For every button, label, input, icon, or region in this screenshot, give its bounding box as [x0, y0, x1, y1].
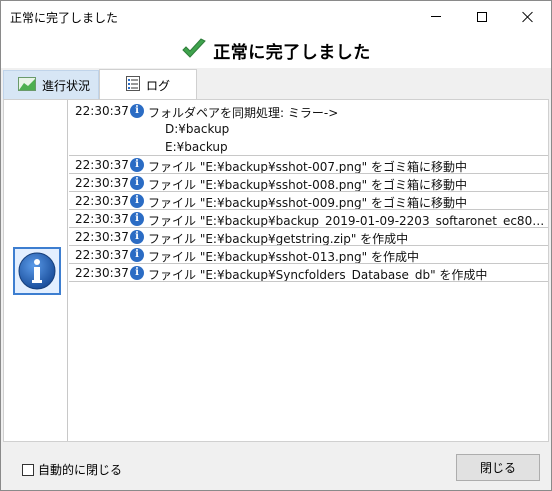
log-row: 22:30:37 i ファイル "E:¥backup¥Syncfolders_D…	[69, 264, 548, 282]
log-message: ファイル "E:¥backup¥Syncfolders_Database_db"…	[148, 268, 488, 282]
info-icon: i	[130, 230, 144, 244]
log-row: 22:30:37 i ファイル "E:¥backup¥sshot-009.png…	[69, 192, 548, 210]
tab-progress[interactable]: 進行状況	[3, 70, 99, 99]
log-row: 22:30:37 i フォルダペアを同期処理: ミラー-> D:¥backup …	[69, 102, 548, 156]
info-icon: i	[130, 212, 144, 226]
log-list-icon	[126, 76, 140, 94]
tab-log-label: ログ	[146, 78, 171, 93]
log-message: ファイル "E:¥backup¥sshot-013.png" を作成中	[148, 250, 419, 264]
info-icon: i	[130, 176, 144, 190]
log-time: 22:30:37	[75, 248, 129, 262]
log-time: 22:30:37	[75, 104, 129, 118]
info-icon: i	[130, 194, 144, 208]
log-panel: 22:30:37 i フォルダペアを同期処理: ミラー-> D:¥backup …	[3, 99, 549, 442]
maximize-button[interactable]	[459, 1, 505, 32]
log-message-line: E:¥backup	[165, 140, 228, 154]
log-time: 22:30:37	[75, 212, 129, 226]
close-window-button[interactable]	[505, 1, 551, 32]
sync-complete-dialog: 正常に完了しました 正常に完了しました 進行状況 ログ 22:30:37 i フ…	[0, 0, 552, 491]
log-row: 22:30:37 i ファイル "E:¥backup¥getstring.zip…	[69, 228, 548, 246]
log-message: ファイル "E:¥backup¥getstring.zip" を作成中	[148, 232, 409, 246]
log-message-line: D:¥backup	[165, 122, 230, 136]
log-time: 22:30:37	[75, 194, 129, 208]
tab-log[interactable]: ログ	[99, 69, 197, 100]
info-large-icon[interactable]	[13, 247, 61, 295]
log-row: 22:30:37 i ファイル "E:¥backup¥sshot-007.png…	[69, 156, 548, 174]
window-title: 正常に完了しました	[10, 11, 119, 25]
auto-close-checkbox[interactable]: 自動的に閉じる	[22, 461, 122, 478]
info-icon: i	[130, 248, 144, 262]
dialog-footer: 自動的に閉じる 閉じる	[1, 442, 551, 490]
close-button[interactable]: 閉じる	[456, 454, 540, 481]
info-icon: i	[130, 104, 144, 118]
tab-progress-label: 進行状況	[42, 78, 91, 93]
close-icon	[522, 11, 534, 23]
progress-chart-icon	[18, 76, 36, 94]
log-message: ファイル "E:¥backup¥sshot-007.png" をゴミ箱に移動中	[148, 160, 467, 174]
log-message: ファイル "E:¥backup¥sshot-008.png" をゴミ箱に移動中	[148, 178, 467, 192]
log-time: 22:30:37	[75, 266, 129, 280]
status-text: 正常に完了しました	[213, 42, 371, 63]
log-row: 22:30:37 i ファイル "E:¥backup¥backup_2019-0…	[69, 210, 548, 228]
log-time: 22:30:37	[75, 230, 129, 244]
log-row: 22:30:37 i ファイル "E:¥backup¥sshot-008.png…	[69, 174, 548, 192]
minimize-icon	[431, 16, 441, 17]
checkmark-icon	[181, 37, 207, 63]
log-message: フォルダペアを同期処理: ミラー->	[148, 106, 339, 120]
info-icon: i	[130, 266, 144, 280]
log-message: ファイル "E:¥backup¥backup_2019-01-09-2203_s…	[148, 214, 546, 228]
auto-close-label: 自動的に閉じる	[38, 463, 123, 477]
log-side-column	[4, 100, 68, 441]
info-icon: i	[130, 158, 144, 172]
log-row: 22:30:37 i ファイル "E:¥backup¥sshot-013.png…	[69, 246, 548, 264]
checkbox-box[interactable]	[22, 463, 34, 476]
log-message: ファイル "E:¥backup¥sshot-009.png" をゴミ箱に移動中	[148, 196, 467, 210]
maximize-icon	[477, 11, 487, 22]
title-bar: 正常に完了しました	[1, 1, 551, 32]
status-header: 正常に完了しました	[1, 32, 551, 68]
minimize-button[interactable]	[413, 1, 459, 32]
log-time: 22:30:37	[75, 176, 129, 190]
log-list: 22:30:37 i フォルダペアを同期処理: ミラー-> D:¥backup …	[69, 102, 548, 282]
tab-strip: 進行状況 ログ	[1, 68, 551, 100]
log-time: 22:30:37	[75, 158, 129, 172]
